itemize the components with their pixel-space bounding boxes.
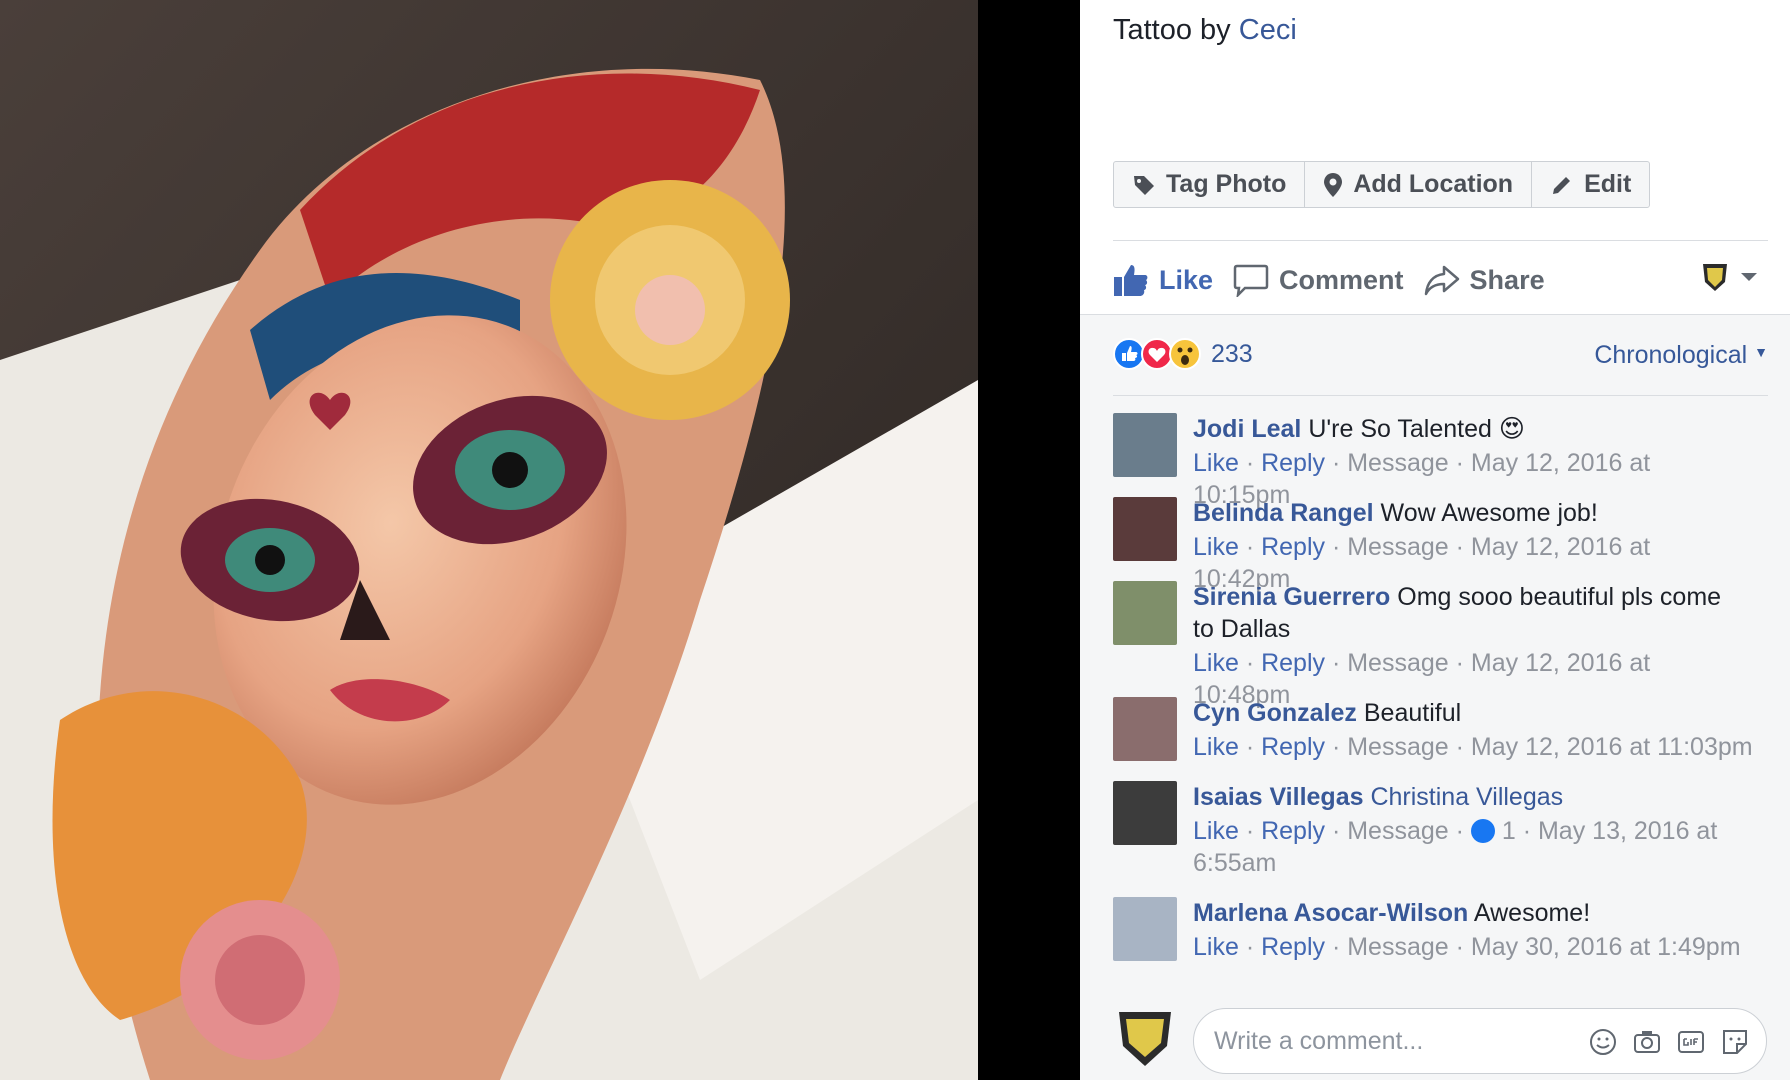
share-button[interactable]: Share	[1424, 263, 1545, 297]
comment-author[interactable]: Belinda Rangel	[1193, 499, 1374, 527]
photo-viewer[interactable]	[0, 0, 1080, 1080]
comment-message-link[interactable]: Message	[1347, 933, 1448, 961]
comment-message-link[interactable]: Message	[1347, 533, 1448, 561]
comment-reply-link[interactable]: Reply	[1261, 817, 1325, 845]
caption-prefix: Tattoo by	[1113, 14, 1231, 46]
photo-side-panel: Tattoo by Ceci Tag Photo Add Location Ed…	[1080, 0, 1790, 1080]
comments-section: 233 Chronological ▼ Jodi Leal U're So Ta…	[1080, 314, 1790, 1000]
comment-timestamp[interactable]: May 12, 2016 at 11:03pm	[1471, 733, 1753, 761]
comment-sort-dropdown[interactable]: Chronological ▼	[1594, 341, 1768, 370]
tag-photo-button[interactable]: Tag Photo	[1114, 162, 1306, 207]
comment-reply-link[interactable]: Reply	[1261, 649, 1325, 677]
feedback-actions: Like Comment Share	[1113, 252, 1768, 308]
comment-like-link[interactable]: Like	[1193, 649, 1239, 677]
comment-author[interactable]: Jodi Leal	[1193, 415, 1301, 443]
share-arrow-icon	[1424, 265, 1459, 296]
comment-like-link[interactable]: Like	[1193, 817, 1239, 845]
comment-item: Isaias Villegas Christina Villegas Like …	[1113, 781, 1753, 879]
tag-photo-label: Tag Photo	[1166, 170, 1287, 198]
comment-author[interactable]: Isaias Villegas	[1193, 783, 1364, 811]
comment-bubble-icon	[1233, 264, 1269, 297]
avatar[interactable]	[1113, 413, 1177, 477]
comment-message-link[interactable]: Message	[1347, 649, 1448, 677]
location-pin-icon	[1324, 172, 1343, 197]
photo-caption: Tattoo by Ceci	[1113, 14, 1297, 47]
pencil-icon	[1553, 176, 1571, 194]
comment-like-link[interactable]: Like	[1193, 449, 1239, 477]
page-avatar	[1119, 1012, 1171, 1066]
reaction-count: 233	[1211, 339, 1253, 368]
like-reaction-icon	[1470, 819, 1495, 843]
caption-author-link[interactable]: Ceci	[1239, 14, 1297, 46]
caret-down-icon	[1741, 273, 1757, 281]
write-comment-bar: Write a comment...	[1080, 1000, 1790, 1080]
page-logo-icon	[1703, 264, 1727, 291]
avatar[interactable]	[1113, 697, 1177, 761]
edit-label: Edit	[1584, 170, 1632, 198]
photo-actions-toolbar: Tag Photo Add Location Edit	[1113, 161, 1651, 208]
comment-reply-link[interactable]: Reply	[1261, 533, 1325, 561]
sort-label: Chronological	[1594, 341, 1748, 369]
caret-down-icon: ▼	[1754, 344, 1768, 360]
camera-icon[interactable]	[1632, 1027, 1662, 1057]
comment-author[interactable]: Sirenia Guerrero	[1193, 583, 1390, 611]
comment-text: U're So Talented 😍	[1308, 415, 1525, 443]
tag-icon	[1134, 175, 1154, 195]
comment-reply-link[interactable]: Reply	[1261, 449, 1325, 477]
tattoo-photo	[0, 0, 1080, 1080]
comment-message-link[interactable]: Message	[1347, 449, 1448, 477]
thumbs-up-icon	[1114, 265, 1148, 296]
comment-timestamp[interactable]: May 30, 2016 at 1:49pm	[1471, 933, 1741, 961]
sticker-icon[interactable]	[1720, 1027, 1750, 1057]
edit-button[interactable]: Edit	[1532, 162, 1649, 207]
comment-input-placeholder: Write a comment...	[1214, 1027, 1424, 1055]
comment-author[interactable]: Cyn Gonzalez	[1193, 699, 1357, 727]
comment-message-link[interactable]: Message	[1347, 817, 1448, 845]
comment-input[interactable]: Write a comment...	[1193, 1008, 1767, 1074]
avatar[interactable]	[1113, 781, 1177, 845]
comment-input-tools	[1574, 1027, 1750, 1057]
comment-reply-link[interactable]: Reply	[1261, 733, 1325, 761]
divider	[1113, 395, 1768, 396]
comment-tagged-user[interactable]: Christina Villegas	[1370, 783, 1563, 811]
avatar[interactable]	[1113, 897, 1177, 961]
emoji-icon[interactable]	[1588, 1027, 1618, 1057]
comment-message-link[interactable]: Message	[1347, 733, 1448, 761]
comment-like-link[interactable]: Like	[1193, 533, 1239, 561]
comment-button[interactable]: Comment	[1233, 263, 1404, 297]
comment-like-link[interactable]: Like	[1193, 933, 1239, 961]
comment-like-link[interactable]: Like	[1193, 733, 1239, 761]
add-location-button[interactable]: Add Location	[1305, 162, 1533, 207]
gif-icon[interactable]	[1676, 1027, 1706, 1057]
comment-text: Wow Awesome job!	[1380, 499, 1598, 527]
reactions-summary[interactable]: 233	[1113, 337, 1253, 371]
avatar[interactable]	[1113, 497, 1177, 561]
reaction-icons	[1113, 338, 1201, 370]
comment-reply-link[interactable]: Reply	[1261, 933, 1325, 961]
like-label: Like	[1159, 264, 1214, 295]
comment-text: Awesome!	[1473, 899, 1591, 927]
comment-item: Cyn Gonzalez Beautiful Like · Reply · Me…	[1113, 697, 1753, 763]
like-button[interactable]: Like	[1113, 263, 1213, 297]
page-identity-selector[interactable]	[1698, 260, 1758, 294]
share-label: Share	[1469, 264, 1545, 295]
divider	[1113, 240, 1768, 241]
comment-label: Comment	[1279, 264, 1404, 295]
comment-author[interactable]: Marlena Asocar-Wilson	[1193, 899, 1468, 927]
comment-text: Beautiful	[1363, 699, 1462, 727]
comment-item: Marlena Asocar-Wilson Awesome! Like · Re…	[1113, 897, 1753, 963]
comment-item: Sirenia Guerrero Omg sooo beautiful pls …	[1113, 581, 1753, 711]
add-location-label: Add Location	[1353, 170, 1514, 198]
avatar[interactable]	[1113, 581, 1177, 645]
comment-reaction-count[interactable]: 1	[1502, 817, 1516, 845]
